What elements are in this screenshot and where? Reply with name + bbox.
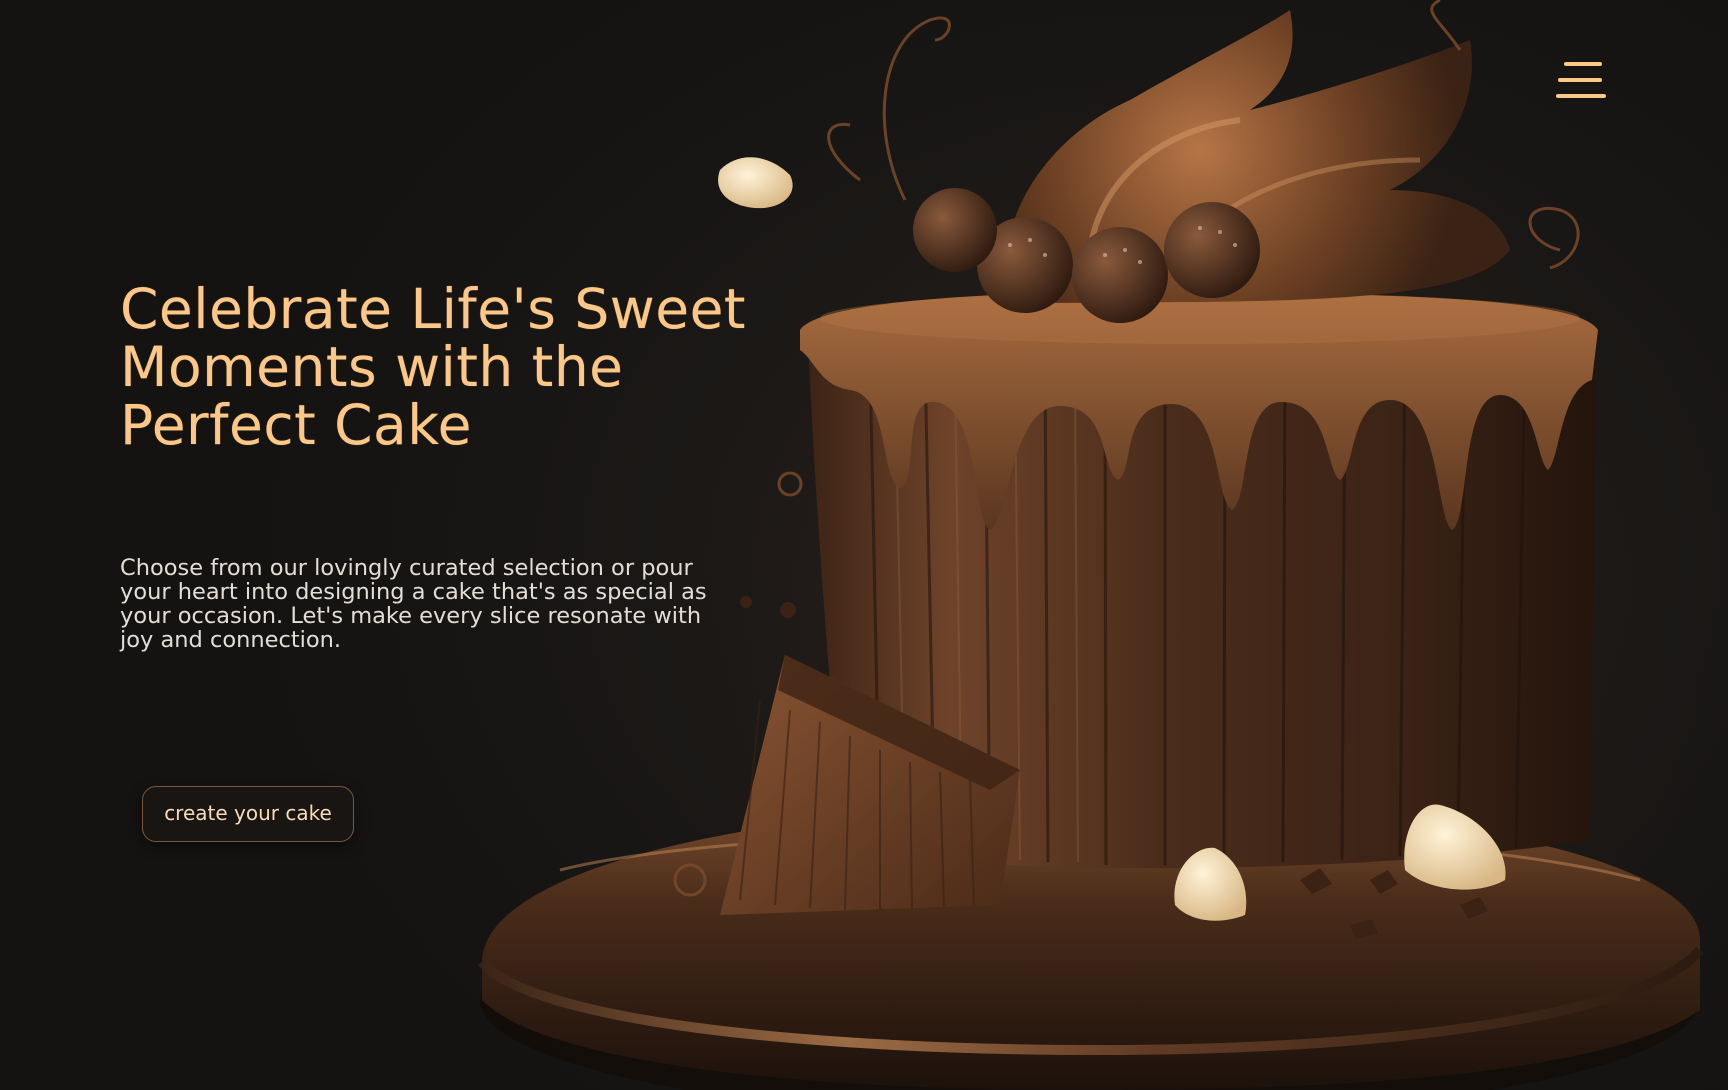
menu-line — [1556, 94, 1606, 98]
landing-page: Celebrate Life's Sweet Moments with the … — [0, 0, 1728, 1090]
menu-line — [1558, 78, 1602, 82]
create-cake-button[interactable]: create your cake — [142, 786, 354, 842]
chocolate-cake-image — [420, 0, 1728, 1090]
hamburger-menu-icon[interactable] — [1554, 56, 1614, 106]
hero-title: Celebrate Life's Sweet Moments with the … — [120, 277, 746, 457]
hero-description: Choose from our lovingly curated selecti… — [120, 555, 707, 653]
menu-line — [1564, 62, 1602, 66]
